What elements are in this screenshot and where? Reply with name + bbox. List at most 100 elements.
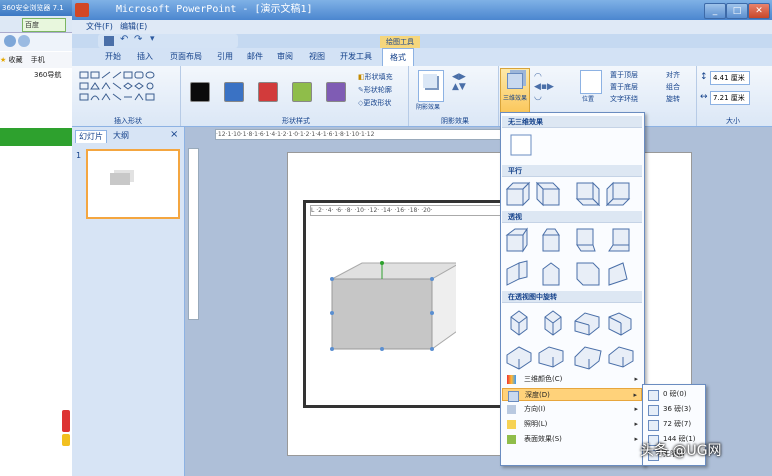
app-icon-yellow [62, 434, 70, 446]
drawing-tools-context-label: 绘图工具 [380, 36, 420, 48]
slide-thumbnail[interactable] [86, 149, 180, 219]
browser-favorites-bar: ★ 收藏 手机 [0, 52, 72, 68]
menu-item-lighting[interactable]: 照明(L) ▸ [502, 418, 642, 431]
minimize-button[interactable]: _ [704, 3, 726, 19]
shape-styles-label: 形状样式 [282, 117, 310, 125]
close-button[interactable]: ✕ [748, 3, 770, 19]
save-icon[interactable] [104, 36, 114, 46]
maximize-button[interactable]: □ [726, 3, 748, 19]
group-size: ↕ 4.41 厘米 ↔ 7.21 厘米 大小 [698, 66, 768, 126]
no-3d-header: 无三维效果 [502, 116, 642, 128]
style-swatch-black[interactable] [190, 82, 210, 102]
shadow-effects-label: 阴影效果 [416, 104, 441, 111]
group-shadow-effects: 阴影效果 ◀▶ ▲▼ 阴影效果 [412, 66, 499, 126]
depth-72pt[interactable]: 72 磅(7) [643, 417, 705, 432]
three-d-box-shape[interactable] [316, 253, 456, 363]
align-button[interactable]: 对齐 [666, 70, 680, 80]
shape-outline-button[interactable]: ✎形状轮廓 [358, 85, 392, 95]
window-title: Microsoft PowerPoint - [演示文稿1] [116, 4, 313, 15]
rotate-button[interactable]: 旋转 [666, 94, 680, 104]
size-label: 大小 [726, 117, 740, 125]
group-shape-styles: ◧形状填充 ✎形状轮廓 ◇更改形状 形状样式 [184, 66, 409, 126]
menu-item-direction[interactable]: 方向(I) ▸ [502, 403, 642, 416]
back-icon[interactable] [4, 35, 16, 47]
office-logo-icon[interactable] [75, 3, 89, 17]
tab-mailings[interactable]: 邮件 [242, 48, 268, 66]
vertical-ruler[interactable] [188, 148, 199, 320]
tab-home[interactable]: 开始 [100, 48, 126, 66]
style-swatch-green[interactable] [292, 82, 312, 102]
depth-0-icon [648, 390, 659, 401]
no-3d-preset[interactable] [509, 133, 533, 157]
menu-bar: 文件(F) 编辑(E) [72, 20, 772, 34]
change-shape-button[interactable]: ◇更改形状 [358, 98, 391, 108]
tab-outline[interactable]: 大纲 [110, 130, 132, 142]
tab-review[interactable]: 审阅 [272, 48, 298, 66]
close-panel-icon[interactable]: × [170, 129, 178, 140]
height-icon: ↕ [700, 72, 708, 82]
embedded-object-frame[interactable] [303, 200, 519, 408]
paint-bucket-icon: ◧ [358, 73, 365, 81]
shape-fill-button[interactable]: ◧形状填充 [358, 72, 393, 82]
insert-shapes-label: 插入形状 [114, 117, 142, 125]
tab-references[interactable]: 引用 [212, 48, 238, 66]
favorites-link[interactable]: 收藏 [9, 56, 23, 64]
height-field[interactable]: 4.41 厘米 [710, 71, 750, 85]
tab-view[interactable]: 视图 [304, 48, 330, 66]
position-button[interactable] [580, 70, 602, 94]
shadow-icon [423, 74, 437, 88]
send-back-button[interactable]: 置于底层 [610, 82, 638, 92]
shapes-gallery[interactable] [78, 70, 162, 106]
menu-file[interactable]: 文件(F) [86, 21, 113, 32]
parallel-presets[interactable] [505, 181, 639, 209]
redo-icon[interactable]: ↷ [134, 34, 142, 45]
tab-page-layout[interactable]: 页面布局 [166, 48, 206, 66]
tab-developer[interactable]: 开发工具 [336, 48, 376, 66]
undo-icon[interactable]: ↶ [120, 34, 128, 45]
tab-insert[interactable]: 插入 [132, 48, 158, 66]
browser-nav-link[interactable]: 360导航 [34, 70, 61, 80]
cube-icon [507, 73, 523, 89]
perspective-presets[interactable] [505, 227, 639, 289]
browser-tab-baidu[interactable]: 百度 [22, 18, 66, 32]
width-field[interactable]: 7.21 厘米 [710, 91, 750, 105]
rotate-perspective-presets[interactable] [505, 307, 639, 371]
style-swatch-blue[interactable] [224, 82, 244, 102]
object-ruler: L ·2· ·4· ·6· ·8· ·10· ·12· ·14· ·16· ·1… [310, 205, 507, 216]
depth-icon [508, 391, 519, 402]
width-icon: ↔ [700, 92, 708, 102]
menu-item-depth[interactable]: 深度(D) ▸ [502, 388, 642, 402]
watermark-text: 头条 @UG网 [640, 443, 722, 459]
three-d-effects-button[interactable]: 三维效果 [500, 68, 530, 114]
customize-icon[interactable]: ▾ [150, 34, 155, 44]
tilt-icons[interactable]: ◠ ◀▪▶ ◡ [534, 72, 554, 102]
depth-36pt[interactable]: 36 磅(3) [643, 402, 705, 417]
phone-link[interactable]: 手机 [31, 56, 45, 64]
slides-panel: 幻灯片 大纲 × 1 [72, 127, 185, 476]
depth-0pt[interactable]: 0 磅(0) [643, 387, 705, 402]
app-icon [62, 410, 70, 432]
depth-72-icon [648, 420, 659, 431]
group-button[interactable]: 组合 [666, 82, 680, 92]
direction-icon [507, 405, 516, 414]
style-swatch-red[interactable] [258, 82, 278, 102]
menu-edit[interactable]: 编辑(E) [120, 21, 147, 32]
forward-icon[interactable] [18, 35, 30, 47]
three-d-effects-menu: 无三维效果 平行 透视 在透视图中旋转 三维颜色(C) ▸ 深度(D) ▸ 方向… [500, 112, 645, 466]
horizontal-ruler[interactable]: ·12·1·10·1·8·1·6·1·4·1·2·1·0·1·2·1·4·1·6… [215, 129, 517, 140]
title-bar: Microsoft PowerPoint - [演示文稿1] _ □ ✕ [72, 0, 772, 20]
tab-format[interactable]: 格式 [382, 48, 414, 67]
color-icon [507, 375, 516, 384]
browser-bottom-area [0, 404, 72, 476]
style-swatch-purple[interactable] [326, 82, 346, 102]
tab-slides[interactable]: 幻灯片 [75, 130, 107, 143]
nudge-shadow-icons[interactable]: ◀▶ ▲▼ [452, 72, 466, 92]
slide-number: 1 [76, 151, 82, 160]
menu-item-surface[interactable]: 表面效果(S) ▸ [502, 433, 642, 446]
bring-front-button[interactable]: 置于顶层 [610, 70, 638, 80]
position-label: 位置 [582, 96, 595, 103]
shadow-effects-button[interactable] [418, 70, 444, 102]
text-wrap-button[interactable]: 文字环绕 [610, 94, 638, 104]
ribbon: 插入形状 ◧形状填充 ✎形状轮廓 ◇更改形状 形状样式 阴影效果 ◀▶ ▲▼ 阴影… [72, 66, 772, 127]
menu-item-3d-color[interactable]: 三维颜色(C) ▸ [502, 373, 642, 386]
